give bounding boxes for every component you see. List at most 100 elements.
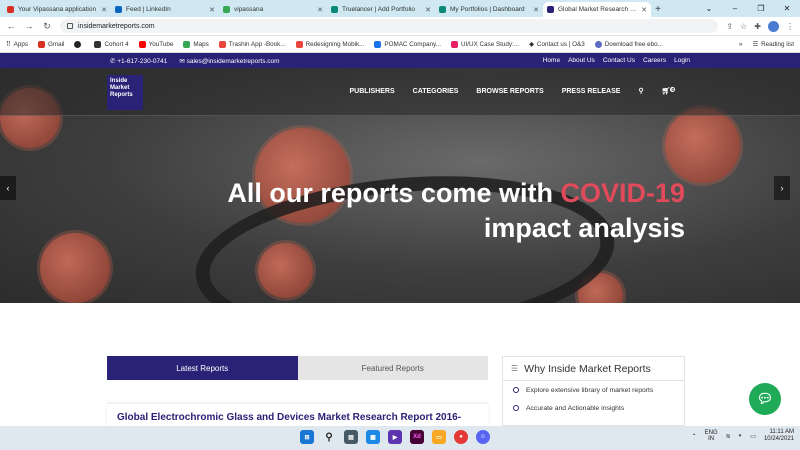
forward-icon[interactable]: → [24, 21, 34, 31]
bookmark-item[interactable]: Maps [183, 40, 209, 48]
truelancer-icon [439, 6, 446, 13]
bookmark-item[interactable]: ◆ Contact us | O&3 [529, 41, 585, 48]
back-icon[interactable]: ← [6, 21, 16, 31]
task-view-icon[interactable]: ▤ [344, 430, 358, 444]
adobe-xd-icon[interactable]: Xd [410, 430, 424, 444]
gmail-icon [7, 6, 14, 13]
carousel-prev-button[interactable]: ‹ [0, 176, 16, 200]
bookmark-item[interactable]: ⠿ Apps [6, 41, 28, 48]
tab-latest-reports[interactable]: Latest Reports [107, 356, 298, 380]
why-panel: ☰ Why Inside Market Reports Explore exte… [502, 356, 685, 426]
bookmark-item[interactable]: YouTube [138, 40, 173, 48]
system-tray: ⌃ ENG IN ≋ 🔈︎ ▭ 11:11 AM 10/24/2021 [692, 429, 794, 443]
bookmark-item[interactable]: Trashin App -Book... [218, 40, 286, 48]
chrome-icon[interactable]: ● [454, 430, 468, 444]
close-icon[interactable]: ✕ [774, 0, 800, 17]
phone-icon: ✆ [110, 57, 116, 65]
star-icon[interactable]: ☆ [740, 22, 747, 31]
chat-button[interactable]: 💬︎ [749, 383, 781, 415]
battery-icon[interactable]: ▭ [750, 433, 756, 440]
list-icon: ☰ [511, 364, 519, 373]
bookmark-item[interactable]: Download free ebo... [594, 40, 663, 48]
taskbar-apps: ⊞ ⚲ ▤ ▦ ▶ Xd ▭ ● ☺ [300, 430, 490, 444]
carousel-next-button[interactable]: › [774, 176, 790, 200]
report-title-link[interactable]: Global Electrochromic Glass and Devices … [107, 403, 488, 426]
volume-icon[interactable]: 🔈︎ [739, 433, 743, 440]
lock-icon[interactable] [67, 23, 73, 29]
url-field[interactable]: insidemarketreports.com [60, 19, 719, 33]
bookmark-item[interactable]: Cohort 4 [94, 40, 129, 48]
chevron-right-icon[interactable]: » [739, 41, 743, 48]
bullet-icon [513, 405, 519, 411]
site-icon [547, 6, 554, 13]
reload-icon[interactable]: ↻ [42, 21, 52, 32]
email-link[interactable]: ✉ sales@insidemarketreports.com [179, 57, 279, 65]
close-icon[interactable]: ✕ [317, 6, 323, 14]
clock[interactable]: 11:11 AM 10/24/2021 [764, 429, 794, 443]
link-login[interactable]: Login [674, 57, 690, 64]
bookmarks-bar: ⠿ Apps Gmail Cohort 4 YouTube Maps Trashi… [0, 36, 800, 53]
chevron-left-icon: ‹ [6, 183, 10, 193]
cart-button[interactable]: 🛒︎0 [662, 87, 675, 95]
cohort-icon [94, 40, 102, 48]
link-about-us[interactable]: About Us [568, 57, 595, 64]
tab-featured-reports[interactable]: Featured Reports [297, 356, 488, 380]
browser-tab[interactable]: Truelancer | Add Portfolio ✕ [327, 2, 435, 17]
menu-categories[interactable]: CATEGORIES [413, 88, 459, 95]
maximize-icon[interactable]: ❐ [748, 0, 774, 17]
chevron-down-icon[interactable]: ⌄ [696, 0, 722, 17]
menu-press-release[interactable]: PRESS RELEASE [562, 88, 621, 95]
language-indicator[interactable]: ENG IN [705, 430, 718, 443]
search-icon[interactable]: ⚲ [638, 87, 643, 95]
chat-icon: 💬︎ [756, 391, 774, 406]
link-careers[interactable]: Careers [643, 57, 666, 64]
browser-tab[interactable]: My Portfolios | Dashboard ✕ [435, 2, 543, 17]
windows-start-icon[interactable]: ⊞ [300, 430, 314, 444]
chevron-up-icon[interactable]: ⌃ [692, 433, 697, 440]
bookmark-item[interactable]: POMAC Company... [374, 40, 441, 48]
new-tab-button[interactable]: + [651, 2, 665, 17]
close-icon[interactable]: ✕ [641, 6, 647, 14]
minimize-icon[interactable]: – [722, 0, 748, 17]
report-tabs: Latest Reports Featured Reports [107, 356, 488, 380]
browser-tab-strip: Your Vipassana application ✕ Feed | Linke… [0, 0, 800, 17]
why-panel-title: ☰ Why Inside Market Reports [503, 357, 684, 381]
close-icon[interactable]: ✕ [101, 6, 107, 14]
meet-icon[interactable]: ▶ [388, 430, 402, 444]
bookmark-item[interactable] [74, 40, 84, 48]
truelancer-icon [331, 6, 338, 13]
ux-icon [450, 40, 458, 48]
widgets-icon[interactable]: ▦ [366, 430, 380, 444]
github-icon [74, 40, 82, 48]
phone-link[interactable]: ✆ +1-617-230-0741 [110, 57, 167, 65]
ux-icon [295, 40, 303, 48]
reading-list-button[interactable]: ☰ Reading list [752, 41, 794, 48]
browser-actions: ⇪ ☆ ✚ ⋮ [726, 20, 794, 32]
bookmark-item[interactable]: UI/UX Case Study:... [450, 40, 519, 48]
wifi-icon[interactable]: ≋ [726, 433, 731, 440]
browser-tab-active[interactable]: Global Market Research Re ✕ [543, 2, 651, 17]
apps-grid-icon: ⠿ [6, 40, 11, 48]
close-icon[interactable]: ✕ [209, 6, 215, 14]
search-icon[interactable]: ⚲ [322, 430, 336, 444]
share-icon[interactable]: ⇪ [726, 22, 733, 31]
discord-icon[interactable]: ☺ [476, 430, 490, 444]
browser-tab[interactable]: Feed | LinkedIn ✕ [111, 2, 219, 17]
bookmark-item[interactable]: Gmail [37, 40, 64, 48]
link-contact-us[interactable]: Contact Us [603, 57, 635, 64]
extensions-icon[interactable]: ✚ [754, 22, 761, 31]
main-nav: Inside Market Reports PUBLISHERS CATEGOR… [0, 68, 800, 116]
menu-icon[interactable]: ⋮ [786, 22, 794, 31]
menu-browse-reports[interactable]: BROWSE REPORTS [476, 88, 543, 95]
site-logo[interactable]: Inside Market Reports [107, 75, 143, 110]
avatar[interactable] [768, 20, 779, 32]
file-explorer-icon[interactable]: ▭ [432, 430, 446, 444]
menu-publishers[interactable]: PUBLISHERS [350, 88, 395, 95]
bookmark-item[interactable]: Redesigning Mobik... [295, 40, 364, 48]
browser-tab[interactable]: Your Vipassana application ✕ [3, 2, 111, 17]
link-home[interactable]: Home [543, 57, 560, 64]
close-icon[interactable]: ✕ [425, 6, 431, 14]
browser-tab[interactable]: vipassana ✕ [219, 2, 327, 17]
hero-headline: All our reports come with COVID-19 impac… [227, 178, 685, 244]
close-icon[interactable]: ✕ [533, 6, 539, 14]
